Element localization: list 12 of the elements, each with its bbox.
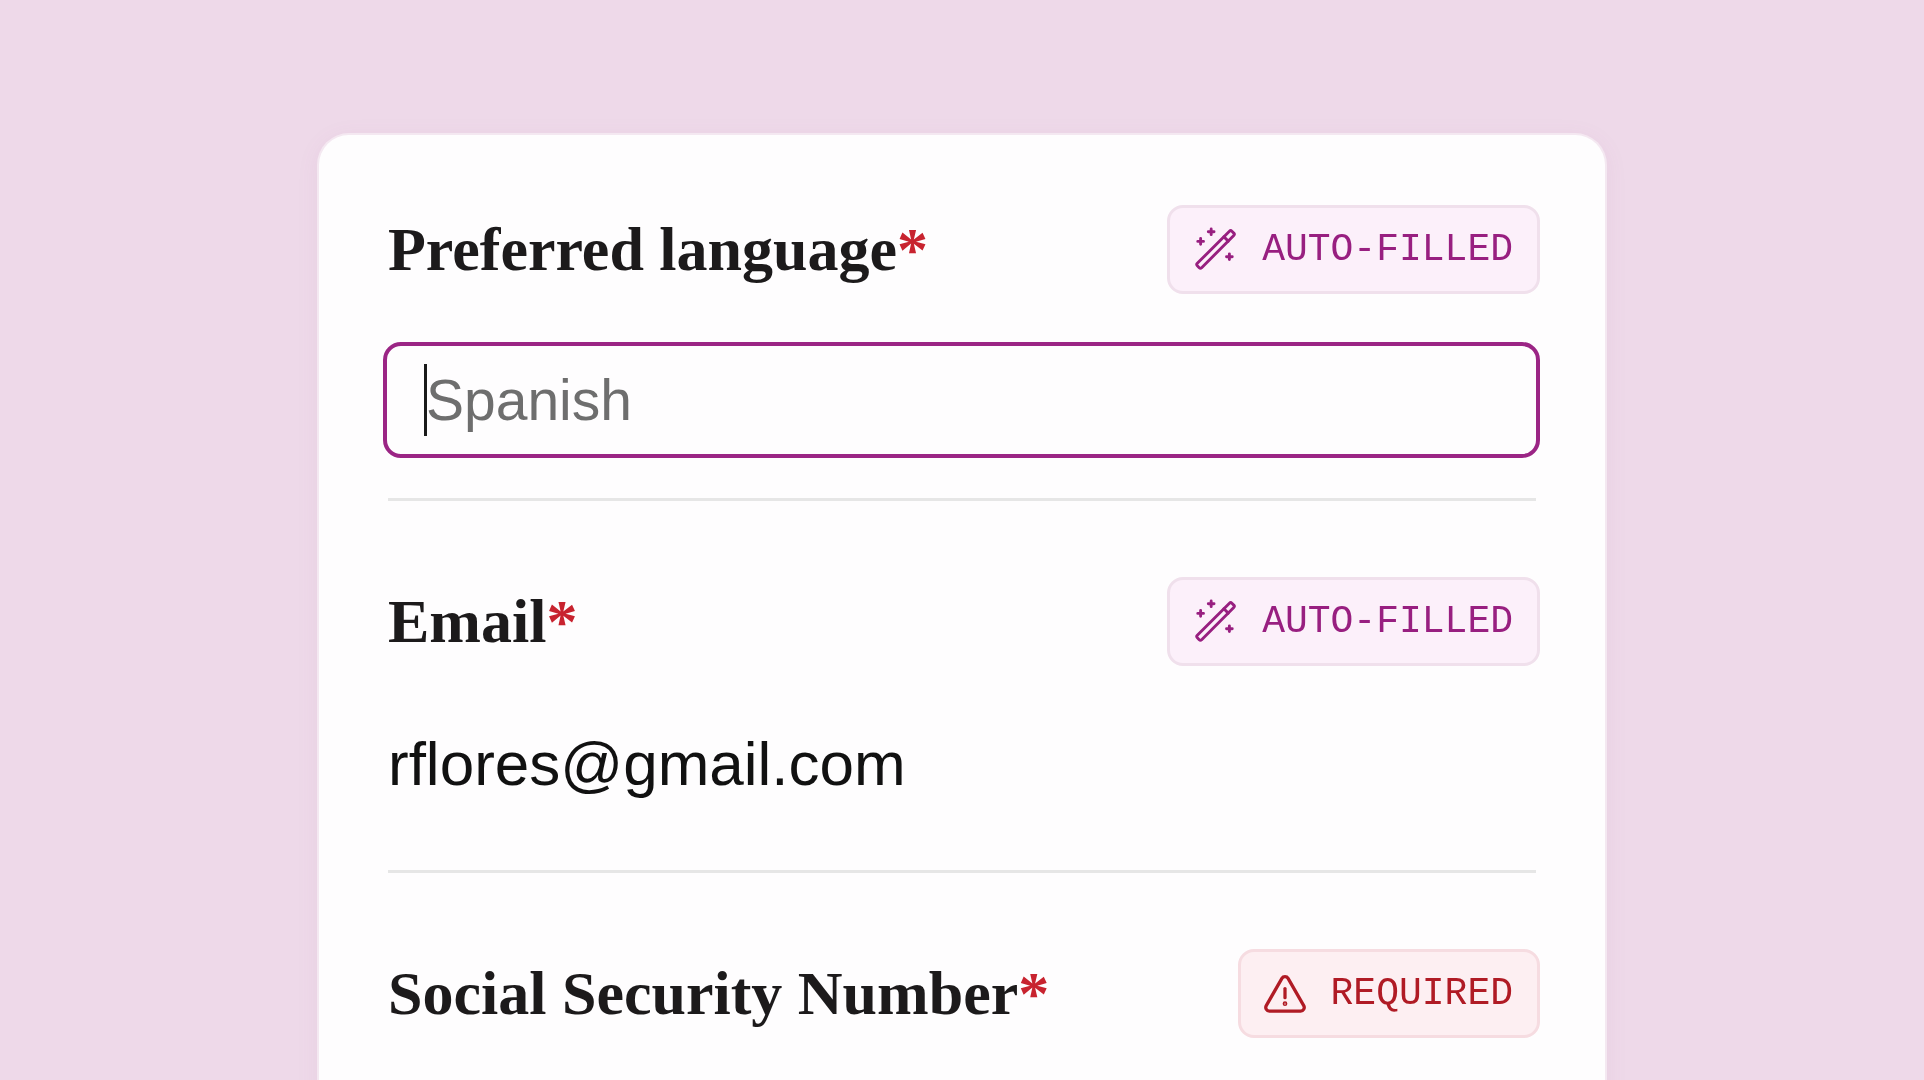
magic-wand-icon [1192,226,1239,273]
field-value: rflores@gmail.com [388,728,906,800]
field-label: Email* [388,585,578,657]
field-label: Preferred language* [388,213,929,285]
badge-label: AUTO-FILLED [1262,230,1513,269]
text-cursor-icon [424,364,427,436]
magic-wand-icon [1192,598,1239,645]
badge-label: AUTO-FILLED [1262,602,1513,641]
warning-icon [1262,973,1307,1014]
badge-label: REQUIRED [1330,974,1513,1013]
text-input[interactable]: Spanish [383,342,1540,458]
field-label: Social Security Number* [388,957,1050,1029]
